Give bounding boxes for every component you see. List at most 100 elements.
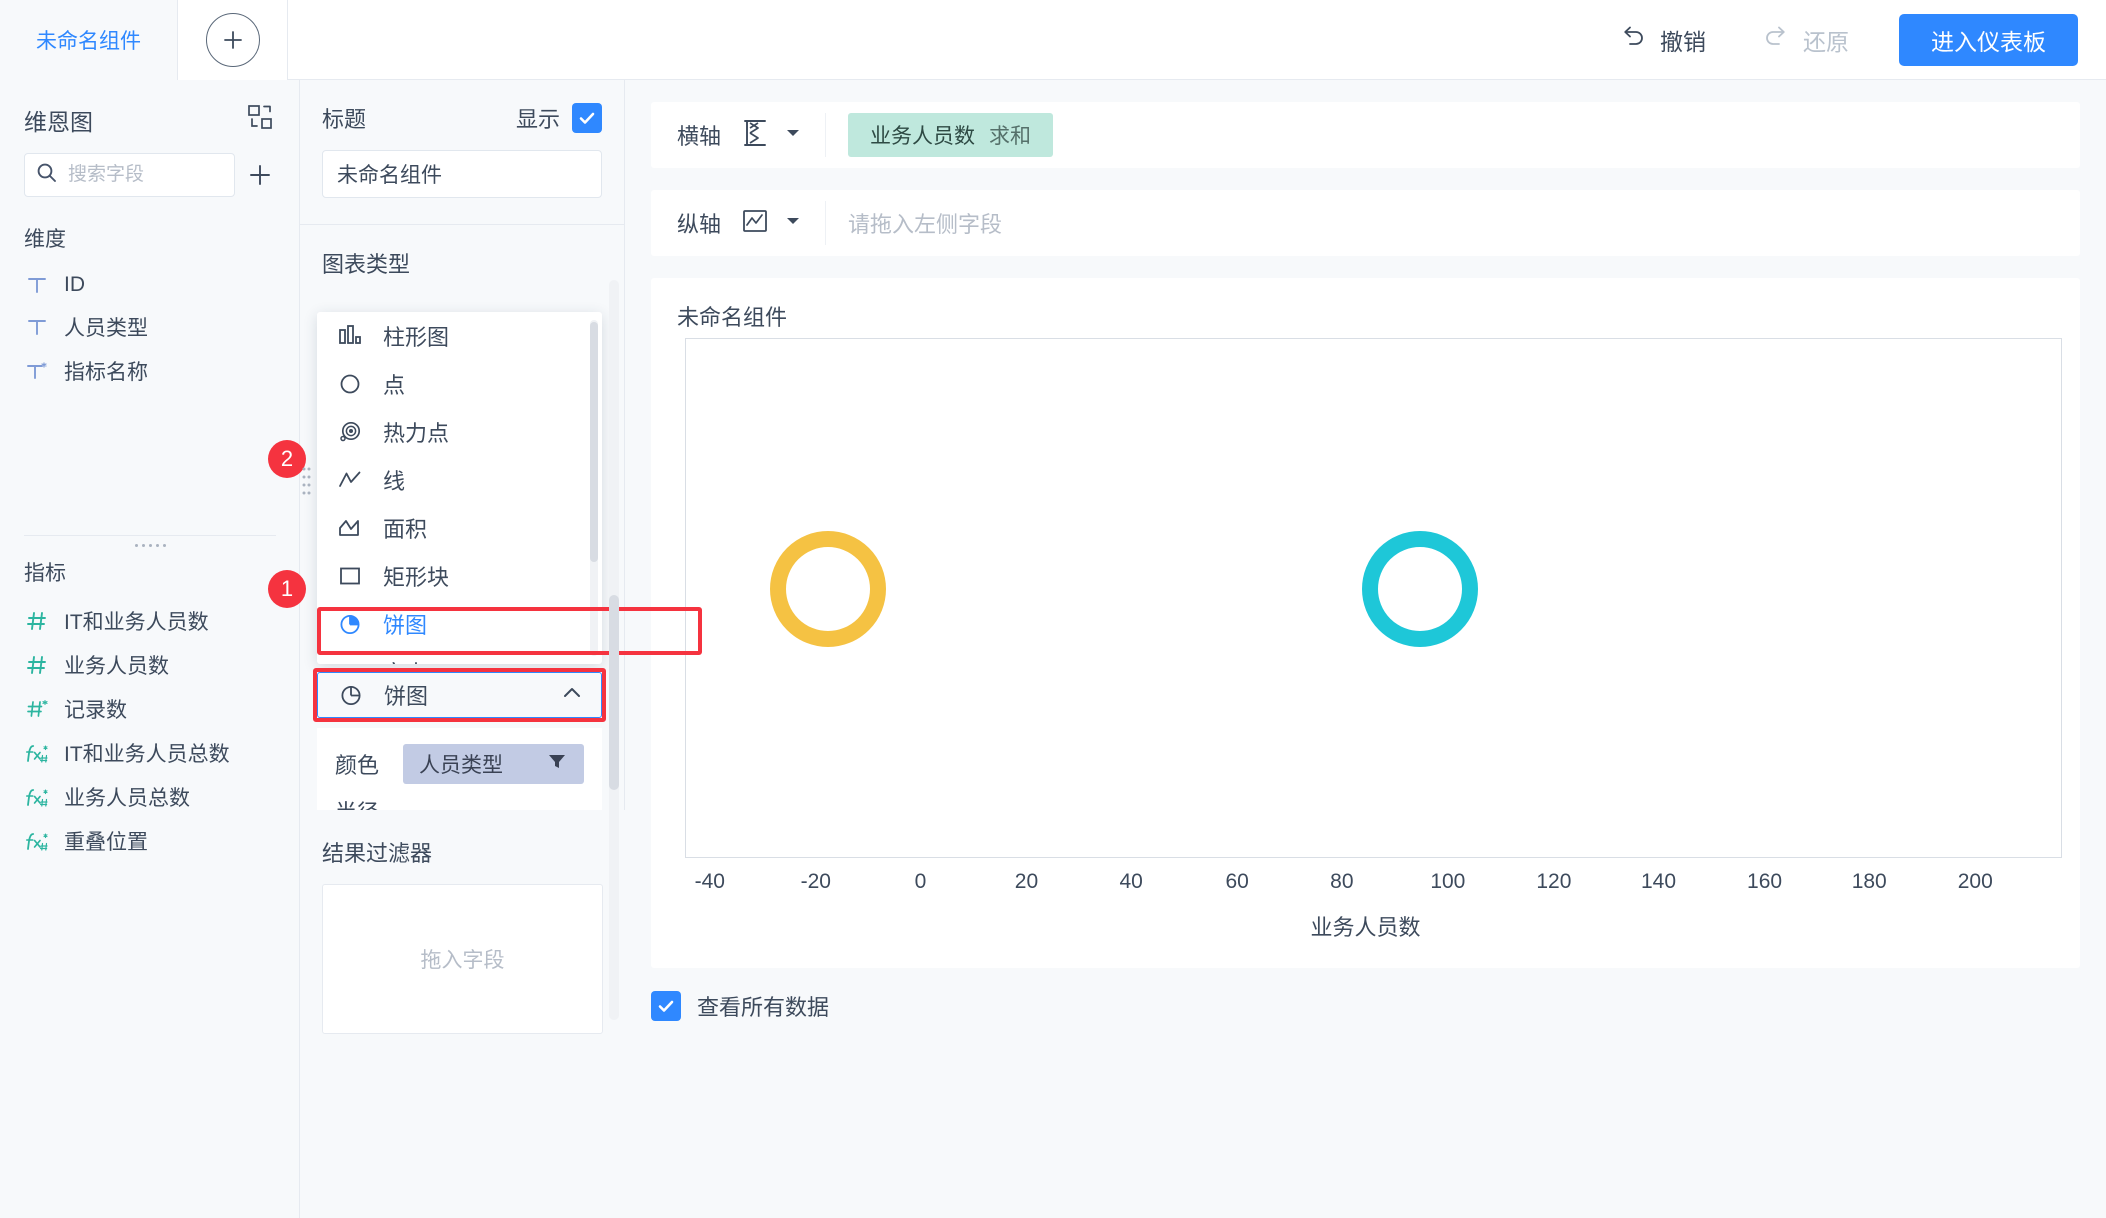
filter-icon[interactable] xyxy=(546,750,568,778)
measure-label: 记录数 xyxy=(64,699,127,722)
measure-item-record-count[interactable]: 记录数 xyxy=(0,687,300,731)
view-all-data-checkbox[interactable] xyxy=(651,991,681,1021)
color-field-chip[interactable]: 人员类型 xyxy=(403,744,584,784)
chart-type-selector[interactable]: 饼图 xyxy=(317,672,602,718)
chart-type-option-label: 文本 xyxy=(383,656,427,664)
dimension-label: 人员类型 xyxy=(64,317,148,340)
search-icon xyxy=(35,161,59,190)
chart-type-option-line[interactable]: 线 xyxy=(317,456,602,504)
x-tick: 20 xyxy=(1014,870,1039,893)
chart-mark-donut-it[interactable] xyxy=(1362,531,1478,647)
chart-mark-donut-business[interactable] xyxy=(770,531,886,647)
chart-type-option-label: 热力点 xyxy=(383,421,450,446)
measure-item-business-total[interactable]: 业务人员总数 xyxy=(0,775,300,819)
heat-point-icon xyxy=(335,417,365,447)
y-axis-type-button[interactable] xyxy=(733,201,826,245)
chart-type-option-heatpoint[interactable]: 热力点 xyxy=(317,408,602,456)
annotation-marker-2-label: 2 xyxy=(280,446,294,471)
y-axis-field-area[interactable]: 请拖入左侧字段 xyxy=(826,207,2080,239)
add-component-tab-button[interactable] xyxy=(178,0,288,80)
area-chart-icon xyxy=(335,513,365,543)
chart-x-axis-ticks: -40 -20 0 20 40 60 80 100 120 140 160 18… xyxy=(685,870,2062,900)
chart-type-option-label: 柱形图 xyxy=(383,325,450,350)
chart-type-option-bar[interactable]: 柱形图 xyxy=(317,312,602,360)
x-tick: 200 xyxy=(1957,870,1993,893)
chart-type-option-list: 柱形图 点 热力点 线 面积 矩形块 饼图 xyxy=(317,312,602,664)
view-all-data-label: 查看所有数据 xyxy=(697,995,830,1020)
line-chart-icon xyxy=(335,465,365,495)
chevron-down-icon xyxy=(785,214,801,232)
title-config-label: 标题 xyxy=(322,107,367,132)
dimension-list: ID 人员类型 指标名称 xyxy=(0,265,299,393)
x-axis-shelf: 横轴 业务人员数 求和 xyxy=(651,102,2080,168)
view-all-data-row[interactable]: 查看所有数据 xyxy=(651,990,2080,1022)
show-title-label: 显示 xyxy=(515,107,560,132)
filter-dropzone[interactable]: 拖入字段 xyxy=(322,884,603,1034)
filter-dropzone-text: 拖入字段 xyxy=(420,949,505,972)
chart-type-option-point[interactable]: 点 xyxy=(317,360,602,408)
text-field-calc-icon xyxy=(24,358,50,384)
chart-type-option-label: 点 xyxy=(383,373,406,398)
chart-type-option-rectangle[interactable]: 矩形块 xyxy=(317,552,602,600)
measure-item-it-and-business-count[interactable]: IT和业务人员数 xyxy=(0,599,300,643)
x-tick: 180 xyxy=(1851,870,1887,893)
x-tick: -40 xyxy=(694,870,725,893)
measure-item-overlap-position[interactable]: 重叠位置 xyxy=(0,819,300,863)
measure-item-business-count[interactable]: 业务人员数 xyxy=(0,643,300,687)
chart-type-option-text[interactable]: 文本 xyxy=(317,648,602,664)
show-title-checkbox[interactable] xyxy=(572,103,602,133)
x-axis-field-area[interactable]: 业务人员数 求和 xyxy=(826,113,2080,157)
config-scrollbar-thumb[interactable] xyxy=(609,595,619,790)
bar-chart-icon xyxy=(335,321,365,351)
chart-type-option-area[interactable]: 面积 xyxy=(317,504,602,552)
rectangle-icon xyxy=(335,561,365,591)
x-axis-field-chip[interactable]: 业务人员数 求和 xyxy=(848,113,1053,157)
search-field-box[interactable] xyxy=(24,153,235,197)
chart-preview-title: 未命名组件 xyxy=(677,305,788,330)
panel-drag-handle[interactable] xyxy=(302,465,311,510)
chart-type-option-label: 矩形块 xyxy=(383,565,450,590)
dimension-item-person-type[interactable]: 人员类型 xyxy=(0,305,299,349)
chart-workspace: 横轴 业务人员数 求和 纵轴 请拖入左侧字段 未命名组件 -40 -20 0 2… xyxy=(625,80,2106,1218)
undo-button[interactable]: 撤销 xyxy=(1591,0,1734,80)
annotation-marker-1: 1 xyxy=(268,570,306,608)
field-panel-header: 维恩图 xyxy=(0,80,299,145)
chart-type-option-pie[interactable]: 饼图 xyxy=(317,600,602,648)
measure-label: IT和业务人员数 xyxy=(64,611,209,634)
x-axis-type-button[interactable] xyxy=(733,113,826,157)
chart-plot-area[interactable] xyxy=(685,338,2062,858)
chart-type-dropdown[interactable]: 柱形图 点 热力点 线 面积 矩形块 饼图 xyxy=(317,312,602,664)
search-input[interactable] xyxy=(68,164,224,186)
measure-label: 业务人员总数 xyxy=(64,787,190,810)
color-config-row: 颜色 人员类型 xyxy=(335,744,584,784)
chart-type-label: 图表类型 xyxy=(322,252,411,277)
panel-resize-handle[interactable] xyxy=(0,536,300,549)
component-tabstrip: 未命名组件 xyxy=(0,0,288,80)
plus-icon[interactable] xyxy=(245,160,275,190)
show-title-toggle[interactable]: 显示 xyxy=(516,102,602,134)
chart-type-selector-value: 饼图 xyxy=(336,679,428,711)
tab-untitled-component[interactable]: 未命名组件 xyxy=(0,0,178,80)
color-config-card: 颜色 人员类型 xyxy=(317,728,602,800)
tab-label: 未命名组件 xyxy=(36,30,141,53)
formula-field-icon xyxy=(24,784,50,810)
number-field-icon xyxy=(24,652,50,678)
circle-point-icon xyxy=(335,369,365,399)
component-title-input-wrap[interactable] xyxy=(322,150,602,198)
dropdown-scrollbar-thumb[interactable] xyxy=(590,322,598,562)
dimension-item-metric-name[interactable]: 指标名称 xyxy=(0,349,299,393)
color-config-label: 颜色 xyxy=(335,753,380,778)
chevron-up-icon[interactable] xyxy=(559,680,585,711)
layout-switch-icon[interactable] xyxy=(245,102,275,137)
x-tick: 140 xyxy=(1641,870,1677,893)
y-axis-shelf-label: 纵轴 xyxy=(677,212,722,237)
measure-list: IT和业务人员数 业务人员数 记录数 IT和业务人员总数 业务人员总数 重叠位置 xyxy=(0,599,300,863)
component-title-input[interactable] xyxy=(337,162,587,186)
y-axis-shelf: 纵轴 请拖入左侧字段 xyxy=(651,190,2080,256)
redo-button[interactable]: 还原 xyxy=(1734,0,1877,80)
enter-dashboard-button[interactable]: 进入仪表板 xyxy=(1899,13,2078,66)
measure-item-it-and-business-total[interactable]: IT和业务人员总数 xyxy=(0,731,300,775)
redo-icon xyxy=(1762,23,1790,57)
dimension-item-id[interactable]: ID xyxy=(0,265,299,305)
